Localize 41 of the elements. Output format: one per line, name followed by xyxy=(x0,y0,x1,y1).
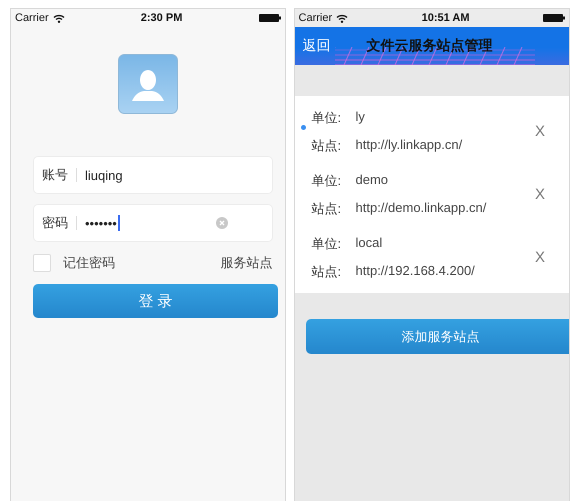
service-site-link[interactable]: 服务站点 xyxy=(220,254,273,272)
site-row[interactable]: 单位: demo 站点: http://demo.linkapp.cn/ X xyxy=(294,163,569,226)
back-button[interactable]: 返回 xyxy=(302,37,331,55)
field-label: 单位: xyxy=(312,108,342,126)
nav-title: 文件云服务站点管理 xyxy=(366,37,493,55)
checkbox[interactable] xyxy=(33,254,51,272)
clear-icon xyxy=(216,217,228,229)
field-value: ••••••• xyxy=(85,216,117,230)
field-label: 账号 xyxy=(42,166,68,184)
site-url: http://demo.linkapp.cn/ xyxy=(356,200,486,217)
field-label: 站点: xyxy=(312,262,342,280)
field-label: 单位: xyxy=(312,172,342,190)
wifi-icon xyxy=(336,14,348,22)
add-site-button[interactable]: 添加服务站点 xyxy=(306,319,569,354)
wifi-icon xyxy=(52,14,65,22)
field-value: liuqing xyxy=(85,168,123,182)
status-time: 10:51 AM xyxy=(422,12,470,24)
password-field[interactable]: 密码 ••••••• xyxy=(33,204,273,242)
status-time: 2:30 PM xyxy=(140,12,182,24)
battery-icon xyxy=(258,14,281,22)
field-label: 密码 xyxy=(42,214,68,232)
site-row[interactable]: 单位: local 站点: http://192.168.4.200/ X xyxy=(294,226,569,289)
carrier-name: Carrier xyxy=(15,12,49,24)
login-button[interactable]: 登 录 xyxy=(33,284,278,318)
delete-button[interactable]: X xyxy=(534,123,545,140)
checkbox-label: 记住密码 xyxy=(63,254,115,272)
field-label: 站点: xyxy=(312,200,342,218)
unit-name: ly xyxy=(356,108,365,126)
unit-name: demo xyxy=(356,172,388,188)
site-url: http://ly.linkapp.cn/ xyxy=(356,136,462,154)
field-label: 站点: xyxy=(312,136,342,154)
delete-button[interactable]: X xyxy=(534,186,545,203)
site-url: http://192.168.4.200/ xyxy=(356,262,475,280)
carrier-name: Carrier xyxy=(298,12,332,24)
battery-icon xyxy=(543,14,565,22)
account-field[interactable]: 账号 liuqing xyxy=(33,156,273,194)
unit-name: local xyxy=(356,234,382,252)
field-label: 单位: xyxy=(312,234,342,252)
text-cursor xyxy=(118,215,120,231)
avatar-icon xyxy=(118,54,178,114)
delete-button[interactable]: X xyxy=(534,249,545,266)
